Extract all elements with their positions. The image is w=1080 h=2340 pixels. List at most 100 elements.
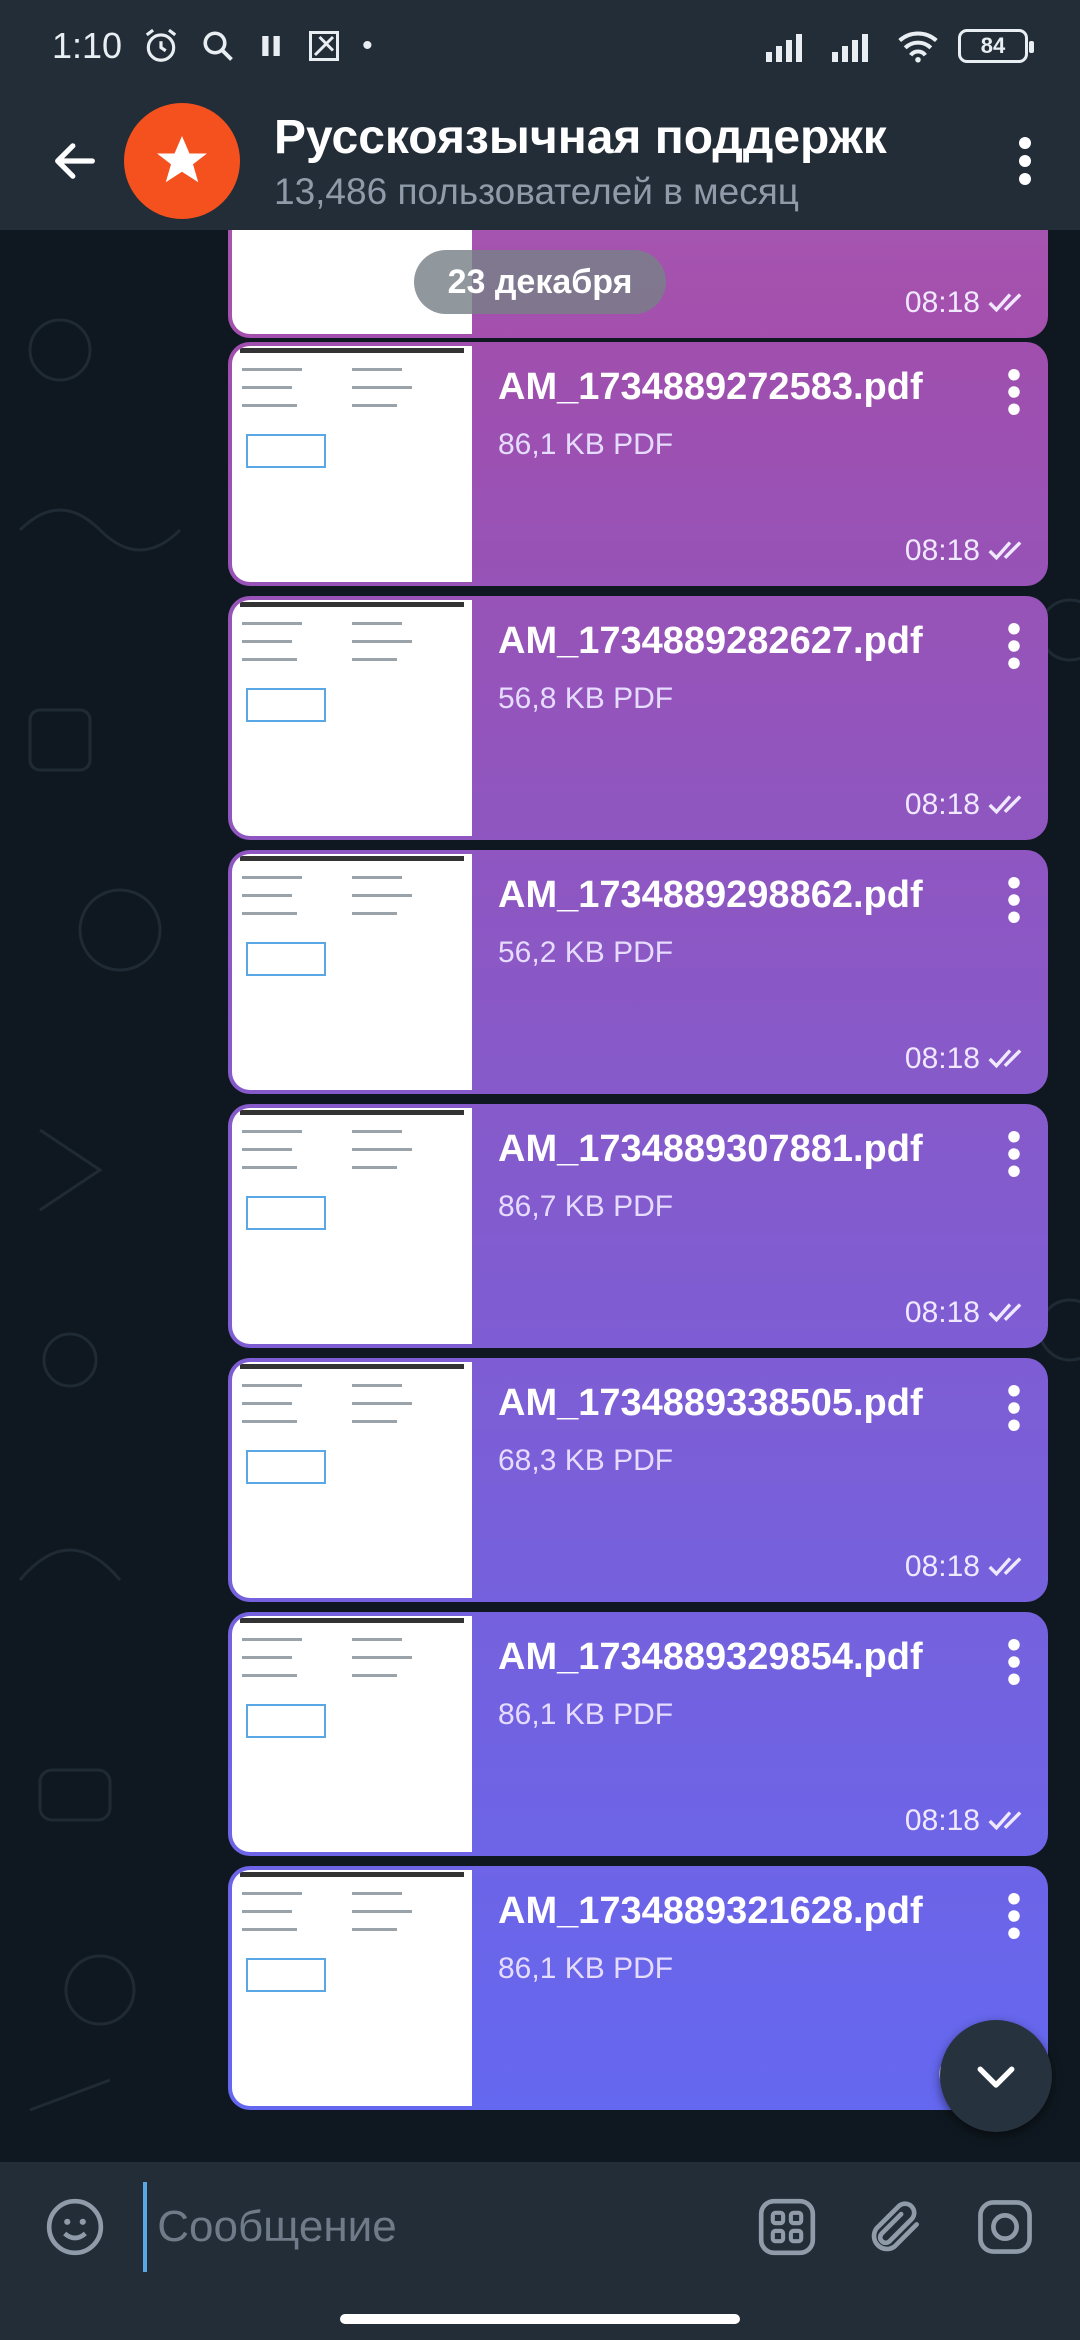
apps-button[interactable] — [732, 2162, 841, 2292]
file-preview[interactable] — [232, 854, 472, 1090]
doc-header-line — [240, 1364, 464, 1369]
chat-header: Русскоязычная поддержк 13,486 пользовате… — [0, 92, 1080, 230]
file-size: 56,8 KB PDF — [498, 682, 674, 715]
alarm-icon — [145, 28, 177, 62]
message-time-text: 08:18 — [904, 1804, 980, 1837]
file-name[interactable]: AM_1734889321628.pdf — [498, 1890, 923, 1933]
message-bubble[interactable]: AM_1734889272583.pdf 86,1 KB PDF 08:18 — [228, 342, 1048, 586]
message-menu-button[interactable] — [996, 870, 1032, 930]
file-name[interactable]: AM_1734889272583.pdf — [498, 366, 923, 409]
message-menu-button[interactable] — [996, 1632, 1032, 1692]
scroll-down-button[interactable] — [940, 2020, 1052, 2132]
message-time-text: 08:18 — [904, 1296, 980, 1329]
signal-icon-2 — [832, 34, 868, 62]
paperclip-icon — [871, 2201, 920, 2252]
message-input[interactable] — [143, 2182, 733, 2272]
message-bubble[interactable]: AM_1734889338505.pdf 68,3 KB PDF 08:18 — [228, 1358, 1048, 1602]
emoji-button[interactable] — [20, 2162, 129, 2292]
chat-info[interactable]: Русскоязычная поддержк 13,486 пользовате… — [274, 110, 970, 213]
doc-line — [242, 1656, 292, 1659]
message-bubble[interactable]: AM_1734889282627.pdf 56,8 KB PDF 08:18 — [228, 596, 1048, 840]
chat-menu-button[interactable] — [970, 92, 1080, 230]
file-name[interactable]: AM_1734889282627.pdf — [498, 620, 923, 663]
doc-line — [242, 1638, 302, 1641]
message-bubble[interactable]: AM_1734889298862.pdf 56,2 KB PDF 08:18 — [228, 850, 1048, 1094]
message-time: 08:18 — [905, 1804, 1032, 1838]
doc-line — [352, 876, 402, 879]
message-time: 08:18 — [905, 286, 1032, 320]
file-name[interactable]: AM_1734889338505.pdf — [498, 1382, 923, 1425]
more-vertical-icon — [1008, 1131, 1020, 1177]
doc-header-line — [240, 1110, 464, 1115]
message-menu-button[interactable] — [996, 616, 1032, 676]
file-name[interactable]: AM_1734889307881.pdf — [498, 1128, 923, 1171]
pause-icon — [262, 36, 280, 56]
message-time: 08:18 — [905, 1296, 1032, 1330]
attach-button[interactable] — [842, 2162, 951, 2292]
doc-line — [242, 876, 302, 879]
file-preview[interactable] — [232, 346, 472, 582]
status-time: 1:10 — [52, 25, 123, 66]
file-preview[interactable] — [232, 1108, 472, 1344]
doc-line — [352, 1148, 412, 1151]
chat-area[interactable]: 08:18 23 декабря AM_1734889272583.pdf 86,… — [0, 230, 1080, 2162]
file-preview[interactable] — [232, 1362, 472, 1598]
doc-line — [242, 368, 302, 371]
message-menu-button[interactable] — [996, 362, 1032, 422]
message-time: 08:18 — [905, 1550, 1032, 1584]
star-icon — [157, 136, 207, 183]
more-vertical-icon — [1008, 1639, 1020, 1685]
doc-line — [352, 1402, 412, 1405]
doc-stamp — [246, 1704, 326, 1738]
doc-line — [352, 658, 397, 661]
doc-line — [352, 386, 412, 389]
message-menu-button[interactable] — [996, 1124, 1032, 1184]
file-size: 86,1 KB PDF — [498, 428, 674, 461]
doc-line — [242, 1384, 302, 1387]
file-name[interactable]: AM_1734889298862.pdf — [498, 874, 923, 917]
doc-line — [242, 1674, 297, 1677]
doc-stamp — [246, 1958, 326, 1992]
message-time: 08:18 — [905, 788, 1032, 822]
double-check-icon — [988, 1049, 1022, 1069]
file-preview[interactable] — [232, 600, 472, 836]
file-preview[interactable] — [232, 1616, 472, 1852]
doc-line — [242, 1130, 302, 1133]
doc-line — [352, 1928, 397, 1931]
message-bubble[interactable]: AM_1734889321628.pdf86,1 KB PDF08: — [228, 1866, 1048, 2110]
doc-header-line — [240, 856, 464, 861]
doc-line — [352, 1892, 402, 1895]
file-size: 86,1 KB PDF — [498, 1952, 674, 1985]
camera-button[interactable] — [951, 2162, 1060, 2292]
message-time-text: 08:18 — [904, 286, 980, 319]
wifi-icon — [898, 31, 938, 63]
search-icon — [203, 31, 233, 61]
date-separator: 23 декабря — [414, 250, 666, 314]
file-size: 56,2 KB PDF — [498, 936, 674, 969]
doc-line — [352, 1638, 402, 1641]
home-indicator[interactable] — [340, 2314, 740, 2324]
more-vertical-icon — [1008, 1893, 1020, 1939]
message-menu-button[interactable] — [996, 1886, 1032, 1946]
doc-line — [242, 912, 297, 915]
doc-line — [242, 1166, 297, 1169]
double-check-icon — [988, 541, 1022, 561]
doc-line — [352, 1384, 402, 1387]
doc-stamp — [246, 942, 326, 976]
message-menu-button[interactable] — [996, 1378, 1032, 1438]
doc-line — [242, 1910, 292, 1913]
chat-avatar[interactable] — [124, 103, 240, 219]
doc-line — [242, 386, 292, 389]
message-composer — [0, 2162, 1080, 2292]
doc-line — [242, 894, 292, 897]
file-preview[interactable] — [232, 1870, 472, 2106]
file-name[interactable]: AM_1734889329854.pdf — [498, 1636, 923, 1679]
message-bubble[interactable]: AM_1734889329854.pdf 86,1 KB PDF 08:18 — [228, 1612, 1048, 1856]
more-vertical-icon — [1008, 623, 1020, 669]
chat-title: Русскоязычная поддержк — [274, 110, 887, 164]
doc-line — [352, 1674, 397, 1677]
doc-line — [242, 1928, 297, 1931]
message-bubble[interactable]: AM_1734889307881.pdf 86,7 KB PDF 08:18 — [228, 1104, 1048, 1348]
doc-line — [242, 1892, 302, 1895]
doc-stamp — [246, 688, 326, 722]
